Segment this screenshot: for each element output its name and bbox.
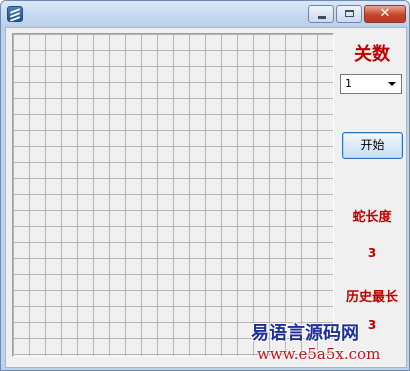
history-max-label: 历史最长 [345,290,398,305]
site-watermark: 易语言源码网 www.e5a5x.com [241,313,401,369]
minimize-icon [318,16,326,19]
watermark-url: www.e5a5x.com [257,345,381,363]
watermark-site-name: 易语言源码网 [251,323,359,344]
level-select[interactable]: 1 [340,74,402,94]
app-window: ✕ 关数 1 开始 蛇长度 3 历史最长 3 易语言源码网 www.e5a5x.… [0,0,410,371]
app-icon[interactable] [7,6,23,22]
dropdown-arrow-icon[interactable] [385,77,399,91]
close-icon: ✕ [379,6,391,21]
maximize-button[interactable] [336,5,362,23]
game-board[interactable] [12,33,334,357]
snake-length-label: 蛇长度 [352,210,392,225]
snake-length-value: 3 [367,246,377,260]
close-button[interactable]: ✕ [364,5,406,23]
start-button[interactable]: 开始 [342,132,403,159]
title-bar[interactable]: ✕ [1,1,409,27]
level-select-value: 1 [345,77,352,90]
minimize-button[interactable] [308,5,334,23]
level-label: 关数 [354,44,390,65]
maximize-icon [345,10,354,17]
